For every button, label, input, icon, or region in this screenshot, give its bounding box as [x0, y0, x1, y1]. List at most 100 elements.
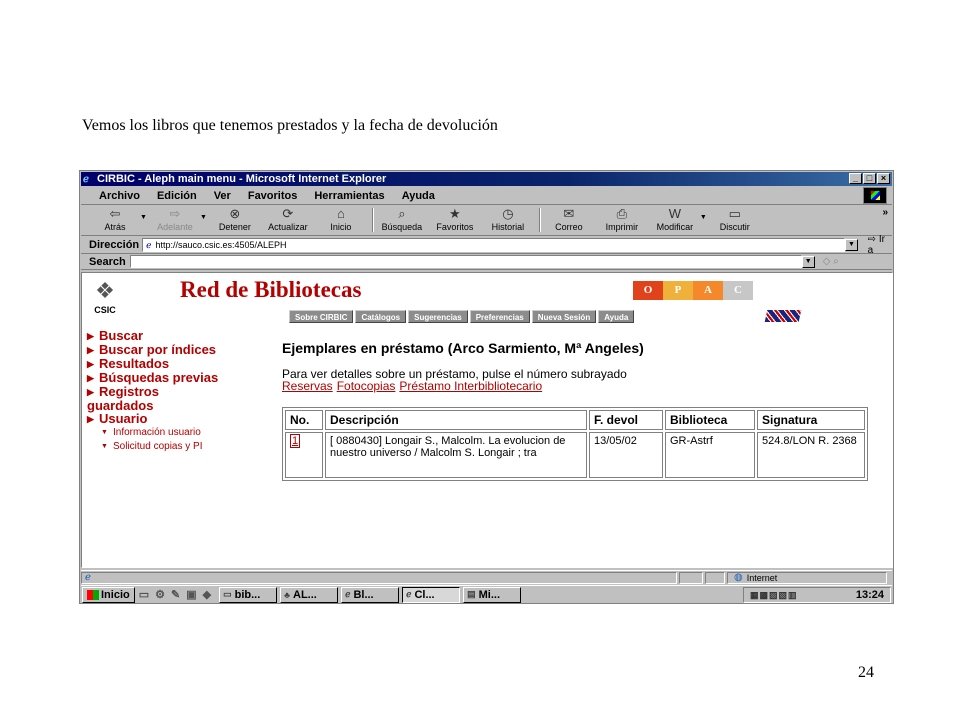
toolbar-separator [538, 208, 541, 232]
nav-registros[interactable]: ▶ Registros [87, 385, 277, 399]
page-title: Ejemplares en préstamo (Arco Sarmiento, … [282, 340, 644, 356]
tab-nueva-sesion[interactable]: Nueva Sesión [531, 310, 597, 323]
csic-emblem-icon: ❖ [95, 278, 115, 303]
network-icon[interactable]: ⚙ [155, 588, 165, 601]
stop-icon: ⊗ [229, 206, 241, 221]
folder-icon[interactable]: ▭ [139, 588, 149, 601]
address-label: Dirección [89, 239, 140, 251]
maximize-button[interactable]: □ [863, 173, 876, 184]
menu-ver[interactable]: Ver [214, 190, 231, 202]
forward-button[interactable]: ⇨ Adelante [153, 206, 197, 232]
back-dropdown-icon[interactable]: ▼ [140, 214, 147, 221]
home-button[interactable]: ⌂ Inicio [319, 206, 363, 232]
go-button[interactable]: ⇨ Ir a [868, 234, 892, 256]
system-tray: ▦▩▨▧▥ 13:24 [743, 587, 891, 603]
ie-icon: ℯ [83, 173, 89, 185]
search-go-icon[interactable]: ◇ ⌕ [823, 256, 839, 267]
nav-info-usuario[interactable]: ▼ Información usuario [87, 426, 277, 440]
task-cl[interactable]: ℯ Cl... [402, 586, 461, 603]
favorites-button[interactable]: ★ Favoritos [433, 206, 477, 232]
toolbar: ⇦ Atrás ▼ ⇨ Adelante ▼ ⊗ Detener ⟳ Actualiza… [81, 206, 892, 236]
nav-buscar[interactable]: ▶ Buscar [87, 329, 277, 343]
mail-icon: ✉ [563, 206, 575, 221]
nav-solicitud-copias[interactable]: ▼ Solicitud copias y PI [87, 440, 277, 454]
tray-icons[interactable]: ▦▩▨▧▥ [750, 590, 798, 601]
stop-button[interactable]: ⊗ Detener [213, 206, 257, 232]
app-icon[interactable]: ◆ [203, 588, 211, 601]
task-mi[interactable]: ▤ Mi... [463, 586, 522, 603]
mail-button[interactable]: ✉ Correo [547, 206, 591, 232]
page-icon: ℯ [146, 240, 152, 250]
column-header-descripcion: Descripción [325, 410, 587, 430]
address-dropdown-icon[interactable]: ▼ [845, 239, 858, 251]
desktop-icon[interactable]: ▣ [186, 588, 196, 601]
column-header-biblioteca: Biblioteca [665, 410, 755, 430]
go-label: Ir a [867, 234, 885, 256]
tab-catalogos[interactable]: Catálogos [355, 310, 407, 323]
edit-dropdown-icon[interactable]: ▼ [700, 214, 707, 221]
csic-logo: ❖ CSIC [87, 277, 123, 321]
tab-preferencias[interactable]: Preferencias [469, 310, 530, 323]
menu-edicion[interactable]: Edición [157, 190, 197, 202]
csic-logo-text: CSIC [94, 305, 116, 315]
nav-usuario[interactable]: ▶ Usuario [87, 412, 277, 426]
tab-sugerencias[interactable]: Sugerencias [408, 310, 468, 323]
word-icon: W [668, 206, 682, 221]
table-row: 1 [ 0880430] Longair S., Malcolm. La evo… [285, 432, 865, 478]
menu-favoritos[interactable]: Favoritos [248, 190, 298, 202]
minimize-button[interactable]: _ [849, 173, 862, 184]
link-prestamo-interbibliotecario[interactable]: Préstamo Interbibliotecario [399, 380, 542, 393]
loan-detail-link[interactable]: 1 [290, 434, 301, 448]
tool-icon[interactable]: ✎ [171, 588, 180, 601]
service-links: Reservas Fotocopias Préstamo Interbiblio… [282, 380, 542, 393]
forward-dropdown-icon[interactable]: ▼ [200, 214, 207, 221]
arrow-right-icon: ▶ [87, 331, 94, 341]
task-al[interactable]: ♣ AL... [280, 586, 339, 603]
close-button[interactable]: × [877, 173, 890, 184]
search-dropdown-icon[interactable]: ▼ [801, 255, 815, 268]
link-fotocopias[interactable]: Fotocopias [337, 380, 396, 393]
printer-icon: ⎙ [616, 206, 628, 221]
search-button[interactable]: ⌕ Búsqueda [380, 206, 424, 232]
cell-descripcion: [ 0880430] Longair S., Malcolm. La evolu… [325, 432, 587, 478]
column-header-fecha: F. devol [589, 410, 663, 430]
search-input[interactable] [129, 255, 802, 268]
discuss-button[interactable]: ▭ Discutir [713, 206, 757, 232]
windows-flag-icon [87, 589, 99, 600]
arrow-right-icon: ▶ [87, 387, 94, 397]
home-icon: ⌂ [336, 206, 345, 221]
address-input[interactable]: ℯ http://sauco.csic.es:4505/ALEPH [142, 238, 846, 252]
menu-herramientas[interactable]: Herramientas [314, 190, 384, 202]
opac-letter: O [633, 281, 663, 300]
discuss-icon: ▭ [728, 206, 741, 221]
toolbar-chevron-icon[interactable]: » [882, 207, 888, 218]
cell-fecha: 13/05/02 [589, 432, 663, 478]
back-button[interactable]: ⇦ Atrás [93, 206, 137, 232]
tab-sobre-cirbic[interactable]: Sobre CIRBIC [289, 310, 354, 323]
menu-archivo[interactable]: Archivo [99, 190, 140, 202]
side-navigation: ▶ Buscar ▶ Buscar por índices ▶ Resultados … [87, 329, 277, 454]
loans-table: No. Descripción F. devol Biblioteca Sign… [282, 407, 868, 481]
page-content: ❖ CSIC Red de Bibliotecas O P A C Sobre … [81, 272, 893, 568]
opac-letter: C [723, 281, 753, 300]
folder-icon: ▭ [223, 589, 232, 599]
tab-ayuda[interactable]: Ayuda [598, 310, 635, 323]
uk-flag-icon[interactable] [762, 309, 806, 323]
print-button[interactable]: ⎙ Imprimir [600, 206, 644, 232]
nav-busquedas-previas[interactable]: ▶ Búsquedas previas [87, 371, 277, 385]
column-header-signatura: Signatura [757, 410, 865, 430]
start-button[interactable]: Inicio [82, 586, 135, 603]
task-bl[interactable]: ℯ Bl... [341, 586, 400, 603]
arrow-down-icon: ▼ [101, 429, 108, 436]
history-button[interactable]: ◷ Historial [486, 206, 530, 232]
windows-logo-icon [863, 187, 887, 204]
nav-resultados[interactable]: ▶ Resultados [87, 357, 277, 371]
edit-button[interactable]: W Modificar [653, 206, 697, 232]
status-progress [679, 571, 703, 584]
refresh-button[interactable]: ⟳ Actualizar [266, 206, 310, 232]
menu-ayuda[interactable]: Ayuda [402, 190, 435, 202]
nav-buscar-indices[interactable]: ▶ Buscar por índices [87, 343, 277, 357]
search-bar: Search ▼ ◇ ⌕ [81, 254, 892, 270]
link-reservas[interactable]: Reservas [282, 380, 333, 393]
task-bib[interactable]: ▭ bib... [219, 586, 278, 603]
